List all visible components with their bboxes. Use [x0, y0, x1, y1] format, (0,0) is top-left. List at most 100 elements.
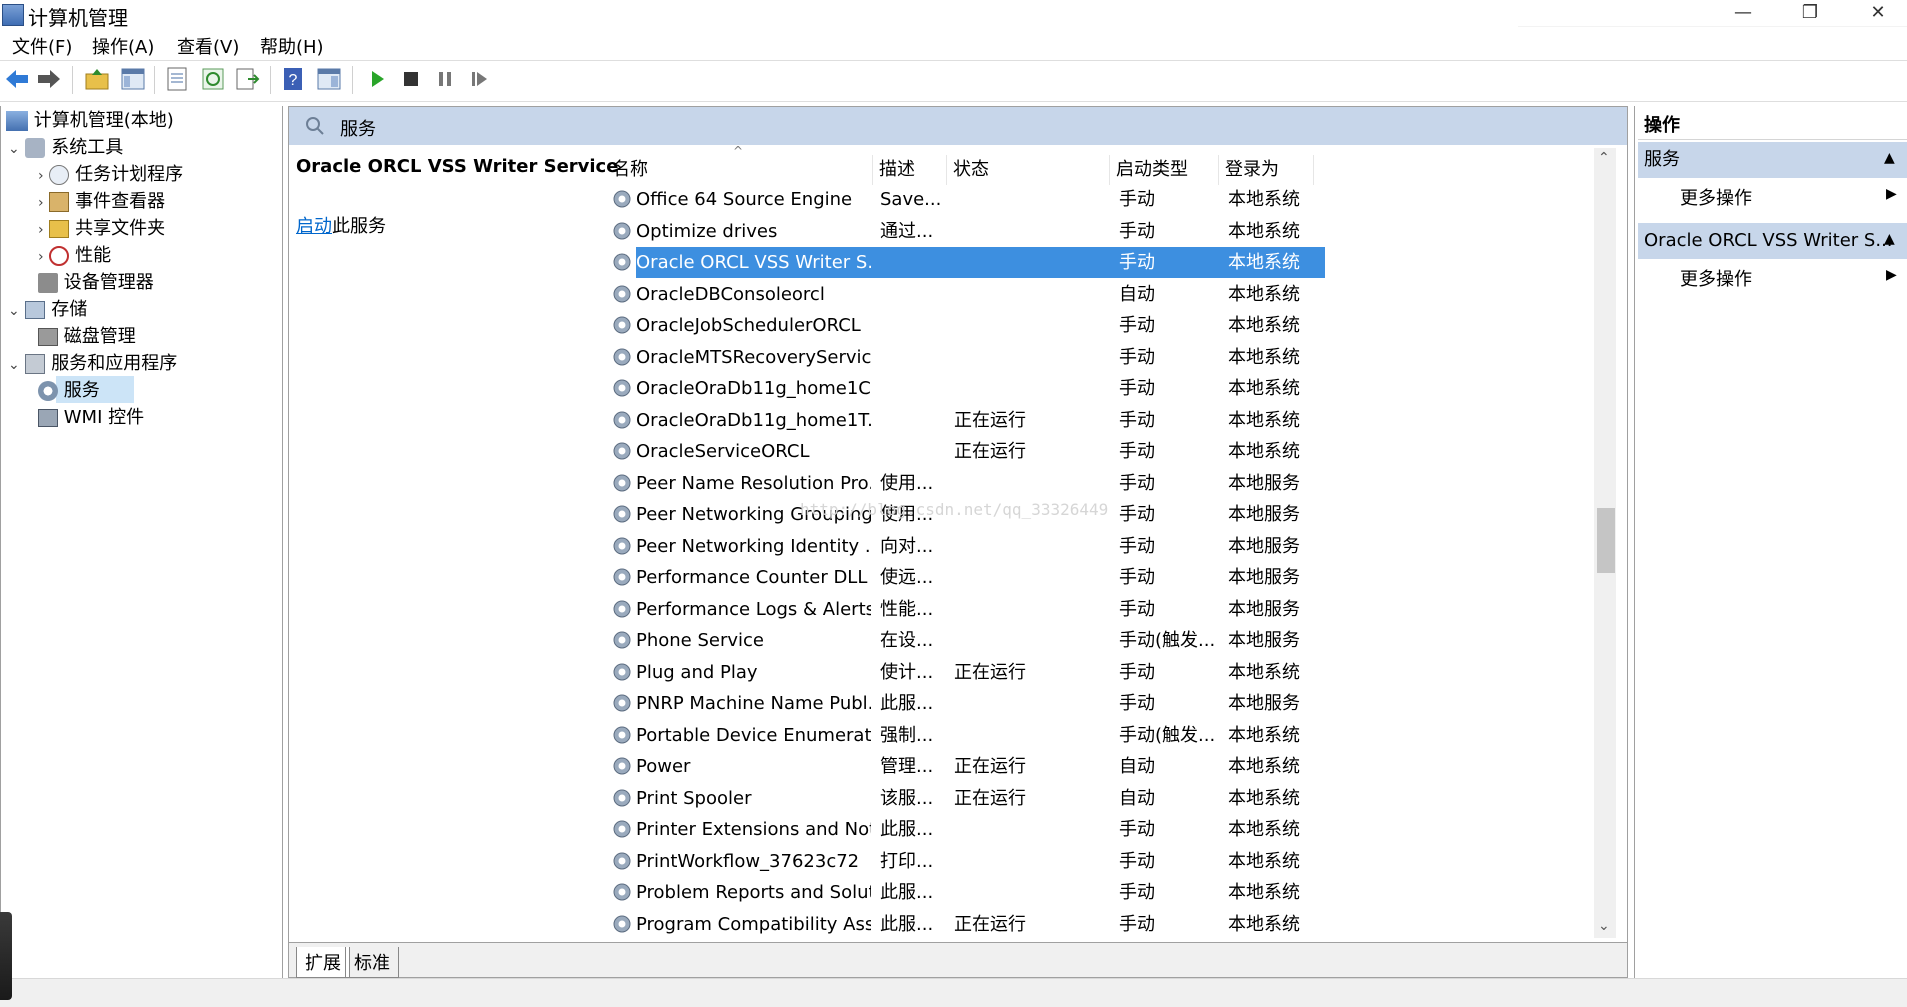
service-description — [880, 279, 948, 310]
service-row[interactable]: Performance Counter DLL ... 使远... 手动 本地服务 — [606, 562, 1615, 594]
service-row[interactable]: Phone Service 在设... 手动(触发... 本地服务 — [606, 625, 1615, 657]
pause-service-icon[interactable] — [432, 66, 458, 92]
minimize-button[interactable]: — — [1714, 0, 1772, 30]
tree-item-services[interactable]: 服务 — [38, 378, 100, 404]
service-row[interactable]: Peer Networking Identity ... 向对... 手动 本地服务 — [606, 531, 1615, 563]
service-row[interactable]: PrintWorkflow_37623c72 打印... 手动 本地系统 — [606, 846, 1615, 878]
chevron-down-icon[interactable]: ⌄ — [8, 141, 20, 157]
service-log-on-as: 本地系统 — [1228, 441, 1300, 462]
menu-file[interactable]: 文件(F) — [12, 33, 72, 59]
service-status — [954, 184, 1104, 215]
scrollbar-thumb[interactable] — [1597, 508, 1615, 573]
service-row[interactable]: Oracle ORCL VSS Writer S... 手动 本地系统 — [606, 247, 1615, 279]
computer-icon — [6, 111, 28, 131]
service-status: 正在运行 — [954, 661, 1026, 683]
chevron-right-icon[interactable]: › — [38, 222, 44, 238]
service-row[interactable]: OracleOraDb11g_home1T... 正在运行 手动 本地系统 — [606, 405, 1615, 437]
service-row[interactable]: OracleServiceORCL 正在运行 手动 本地系统 — [606, 436, 1615, 468]
service-startup-type: 手动 — [1119, 567, 1155, 588]
column-header-name[interactable]: 名称 — [606, 155, 873, 185]
tree-item-shared-folders[interactable]: › 共享文件夹 — [38, 216, 165, 242]
service-row[interactable]: Print Spooler 该服... 正在运行 自动 本地系统 — [606, 783, 1615, 815]
tree-item-device-manager[interactable]: 设备管理器 — [38, 270, 154, 296]
restart-service-icon[interactable] — [466, 66, 492, 92]
refresh-icon[interactable] — [200, 66, 226, 92]
more-actions-selected-service[interactable]: 更多操作 — [1680, 265, 1752, 291]
tree-item-services-and-applications[interactable]: ⌄ 服务和应用程序 — [8, 351, 177, 377]
column-header-log-on-as[interactable]: 登录为 — [1219, 155, 1314, 185]
service-row[interactable]: Peer Name Resolution Pro... 使用... 手动 本地服务 — [606, 468, 1615, 500]
column-label: 名称 — [612, 159, 648, 180]
menu-view[interactable]: 查看(V) — [177, 33, 239, 59]
service-row[interactable]: Printer Extensions and Noti... 此服... 手动 本地系… — [606, 814, 1615, 846]
scroll-up-icon[interactable]: ⌃ — [1598, 150, 1610, 166]
restore-button[interactable]: ❐ — [1781, 0, 1839, 30]
service-row[interactable]: Power 管理... 正在运行 自动 本地系统 — [606, 751, 1615, 783]
stop-service-icon[interactable] — [398, 66, 424, 92]
gear-icon — [613, 631, 631, 649]
tree-item-task-scheduler[interactable]: › 任务计划程序 — [38, 162, 183, 188]
show-hide-console-tree-icon[interactable] — [120, 66, 146, 92]
service-name: Power — [636, 756, 691, 777]
tree-item-system-tools[interactable]: ⌄ 系统工具 — [8, 135, 123, 161]
service-row[interactable]: Problem Reports and Solut... 此服... 手动 本地系统 — [606, 877, 1615, 909]
chevron-down-icon[interactable]: ⌄ — [8, 303, 20, 319]
tree-item-event-viewer[interactable]: › 事件查看器 — [38, 189, 165, 215]
column-header-description[interactable]: 描述 — [873, 155, 947, 185]
service-row[interactable]: Program Compatibility Assi... 此服... 正在运行 手动… — [606, 909, 1615, 941]
up-folder-icon[interactable] — [84, 66, 110, 92]
tree-item-wmi-control[interactable]: WMI 控件 — [38, 405, 144, 431]
tree-item-performance[interactable]: › 性能 — [38, 243, 111, 269]
service-row[interactable]: OracleOraDb11g_home1C... 手动 本地系统 — [606, 373, 1615, 405]
wmi-icon — [38, 409, 58, 427]
tree-item-storage[interactable]: ⌄ 存储 — [8, 297, 87, 323]
export-list-icon[interactable] — [234, 66, 260, 92]
tab-standard[interactable]: 标准 — [345, 947, 399, 978]
search-gear-icon — [306, 117, 324, 135]
collapse-icon[interactable]: ▲ — [1884, 231, 1895, 247]
service-row[interactable]: Office 64 Source Engine Save... 手动 本地系统 — [606, 184, 1615, 216]
service-row[interactable]: OracleDBConsoleorcl 自动 本地系统 — [606, 279, 1615, 311]
chevron-down-icon[interactable]: ⌄ — [8, 357, 20, 373]
service-row[interactable]: OracleMTSRecoveryService 手动 本地系统 — [606, 342, 1615, 374]
chevron-right-icon[interactable]: › — [38, 249, 44, 265]
menu-action[interactable]: 操作(A) — [92, 33, 154, 59]
close-button[interactable]: ✕ — [1849, 0, 1907, 30]
scroll-down-icon[interactable]: ⌄ — [1598, 918, 1610, 934]
service-row[interactable]: PNRP Machine Name Publ... 此服... 手动 本地服务 — [606, 688, 1615, 720]
start-service-icon[interactable] — [364, 66, 390, 92]
tree-item-disk-management[interactable]: 磁盘管理 — [38, 324, 136, 350]
action-section-selected-service[interactable]: Oracle ORCL VSS Writer S... — [1638, 223, 1907, 259]
tree-label: 共享文件夹 — [75, 218, 166, 239]
forward-arrow-icon[interactable] — [36, 66, 62, 92]
service-name: Portable Device Enumerat... — [636, 724, 871, 746]
properties-icon[interactable] — [164, 66, 190, 92]
gear-icon — [613, 537, 631, 554]
column-header-startup-type[interactable]: 启动类型 — [1110, 155, 1219, 185]
shared-folder-icon — [49, 220, 70, 238]
collapse-icon[interactable]: ▲ — [1884, 150, 1895, 166]
more-actions-services[interactable]: 更多操作 — [1680, 184, 1752, 210]
back-arrow-icon[interactable] — [4, 66, 30, 92]
service-row[interactable]: Peer Networking Grouping 使用... 手动 本地服务 — [606, 499, 1615, 531]
tab-extended[interactable]: 扩展 — [296, 947, 350, 978]
service-row[interactable]: Plug and Play 使计... 正在运行 手动 本地系统 — [606, 657, 1615, 689]
service-row[interactable]: Portable Device Enumerat... 强制... 手动(触发...… — [606, 720, 1615, 752]
service-row[interactable]: OracleJobSchedulerORCL 手动 本地系统 — [606, 310, 1615, 342]
menu-help[interactable]: 帮助(H) — [260, 33, 324, 59]
help-icon[interactable]: ? — [280, 66, 306, 92]
service-startup-type: 手动 — [1119, 819, 1155, 840]
show-hide-action-pane-icon[interactable] — [316, 66, 342, 92]
tree-item-root[interactable]: 计算机管理(本地) — [6, 108, 174, 134]
service-log-on-as: 本地系统 — [1228, 882, 1300, 903]
service-description: 性能... — [880, 598, 934, 620]
chevron-right-icon[interactable]: › — [38, 195, 44, 211]
service-description: 向对... — [880, 535, 934, 557]
start-service-link[interactable]: 启动 — [296, 216, 332, 237]
column-header-status[interactable]: 状态 — [947, 155, 1110, 185]
service-row[interactable]: Performance Logs & Alerts 性能... 手动 本地服务 — [606, 594, 1615, 626]
chevron-right-icon[interactable]: › — [38, 168, 44, 184]
action-section-services[interactable]: 服务 — [1638, 142, 1907, 178]
gear-icon — [613, 663, 631, 680]
service-row[interactable]: Optimize drives 通过... 手动 本地系统 — [606, 216, 1615, 248]
